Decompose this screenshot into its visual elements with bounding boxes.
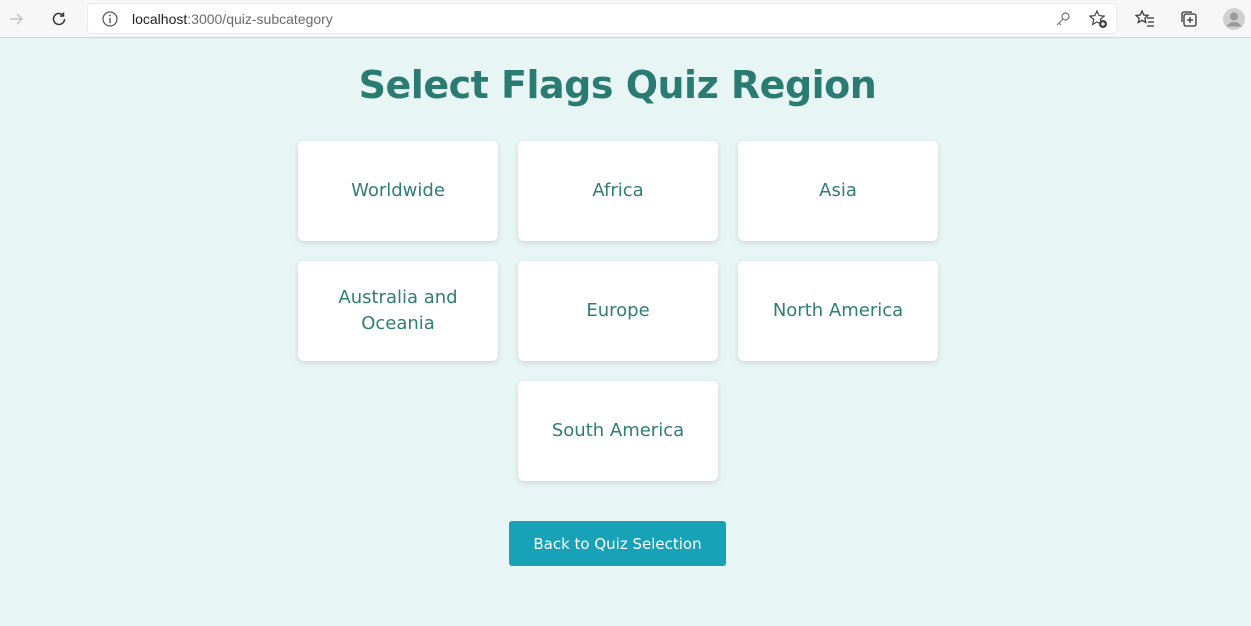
profile-icon[interactable]: [1220, 5, 1248, 33]
page-content: Select Flags Quiz Region Worldwide Afric…: [0, 39, 1251, 626]
favorites-icon[interactable]: [1131, 5, 1159, 33]
region-card-label: Asia: [819, 180, 857, 201]
back-icon[interactable]: [2, 5, 30, 33]
region-card-africa[interactable]: Africa: [518, 141, 718, 241]
favorite-add-icon[interactable]: [1088, 9, 1108, 33]
address-bar[interactable]: localhost:3000/quiz-subcategory: [87, 3, 1117, 34]
url-host: localhost: [132, 11, 188, 27]
region-card-north-america[interactable]: North America: [738, 261, 938, 361]
region-card-asia[interactable]: Asia: [738, 141, 938, 241]
page-title: Select Flags Quiz Region: [358, 63, 877, 107]
reload-icon[interactable]: [45, 5, 73, 33]
info-icon[interactable]: [101, 10, 119, 32]
key-icon[interactable]: [1054, 10, 1072, 32]
region-card-south-america[interactable]: South America: [518, 381, 718, 481]
browser-toolbar: localhost:3000/quiz-subcategory: [0, 0, 1251, 38]
region-card-label: South America: [551, 420, 685, 441]
region-card-label: Africa: [592, 180, 644, 201]
region-card-label: Worldwide: [351, 180, 445, 201]
collections-icon[interactable]: [1175, 5, 1203, 33]
region-card-label: North America: [772, 300, 904, 321]
back-to-quiz-selection-button[interactable]: Back to Quiz Selection: [509, 521, 726, 566]
url-text[interactable]: localhost:3000/quiz-subcategory: [132, 11, 333, 27]
region-card-europe[interactable]: Europe: [518, 261, 718, 361]
region-card-australia-oceania[interactable]: Australia and Oceania: [298, 261, 498, 361]
url-path: :3000/quiz-subcategory: [187, 11, 333, 27]
region-card-label: Australia and Oceania: [338, 287, 458, 334]
region-card-label: Europe: [586, 300, 650, 321]
region-card-worldwide[interactable]: Worldwide: [298, 141, 498, 241]
